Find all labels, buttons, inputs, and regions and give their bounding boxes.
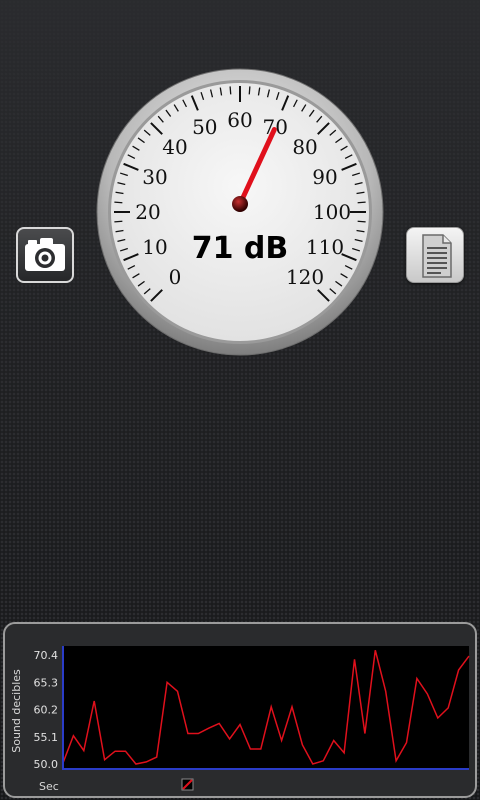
camera-button[interactable] bbox=[16, 227, 74, 283]
camera-icon bbox=[25, 238, 65, 271]
gauge-minor-tick bbox=[357, 201, 366, 204]
chart-y-tick-label: 60.2 bbox=[34, 704, 59, 717]
gauge-scale-label: 70 bbox=[262, 115, 287, 139]
gauge-minor-tick bbox=[114, 201, 123, 204]
decibel-history-chart: Sound decibles 70.4 65.3 60.2 55.1 50.0 Sec bbox=[10, 646, 470, 793]
gauge-scale-label: 50 bbox=[192, 115, 217, 139]
gauge-minor-tick bbox=[229, 86, 232, 95]
chart-y-tick-label: 55.1 bbox=[34, 731, 59, 744]
gauge-needle-hub bbox=[232, 196, 248, 212]
chart-y-axis-title: Sound decibles bbox=[10, 669, 23, 753]
gauge-scale-label: 0 bbox=[169, 265, 182, 289]
gauge-scale-label: 110 bbox=[306, 235, 344, 259]
chart-y-tick-label: 70.4 bbox=[34, 649, 59, 662]
decibel-history-panel: Sound decibles 70.4 65.3 60.2 55.1 50.0 Sec bbox=[3, 622, 477, 798]
gauge-scale-label: 90 bbox=[312, 165, 337, 189]
sound-level-gauge: 010 20 30 4050 60 7080 90 100 110 120 71 dB bbox=[96, 68, 384, 356]
chart-y-ticks: 70.4 65.3 60.2 55.1 50.0 bbox=[34, 649, 59, 771]
gauge-minor-tick bbox=[248, 86, 251, 95]
notes-button[interactable] bbox=[406, 227, 464, 283]
gauge-readout: 71 dB bbox=[192, 231, 289, 266]
gauge-scale-label: 20 bbox=[135, 200, 160, 224]
gauge-minor-tick bbox=[357, 220, 366, 223]
gauge-scale-label: 120 bbox=[286, 265, 324, 289]
gauge-scale-label: 40 bbox=[162, 135, 187, 159]
chart-plot-area bbox=[63, 646, 469, 768]
chart-y-tick-label: 50.0 bbox=[34, 758, 59, 771]
gauge-scale-label: 10 bbox=[142, 235, 167, 259]
gauge-scale-label: 100 bbox=[313, 200, 351, 224]
legend-swatch-icon bbox=[181, 778, 194, 791]
gauge-scale-label: 30 bbox=[142, 165, 167, 189]
chart-y-tick-label: 65.3 bbox=[34, 676, 59, 689]
gauge-scale-label: 60 bbox=[227, 108, 252, 132]
gauge-scale-label: 80 bbox=[292, 135, 317, 159]
chart-x-axis-title: Sec bbox=[39, 780, 59, 793]
document-icon bbox=[422, 234, 452, 278]
gauge-minor-tick bbox=[114, 220, 123, 223]
